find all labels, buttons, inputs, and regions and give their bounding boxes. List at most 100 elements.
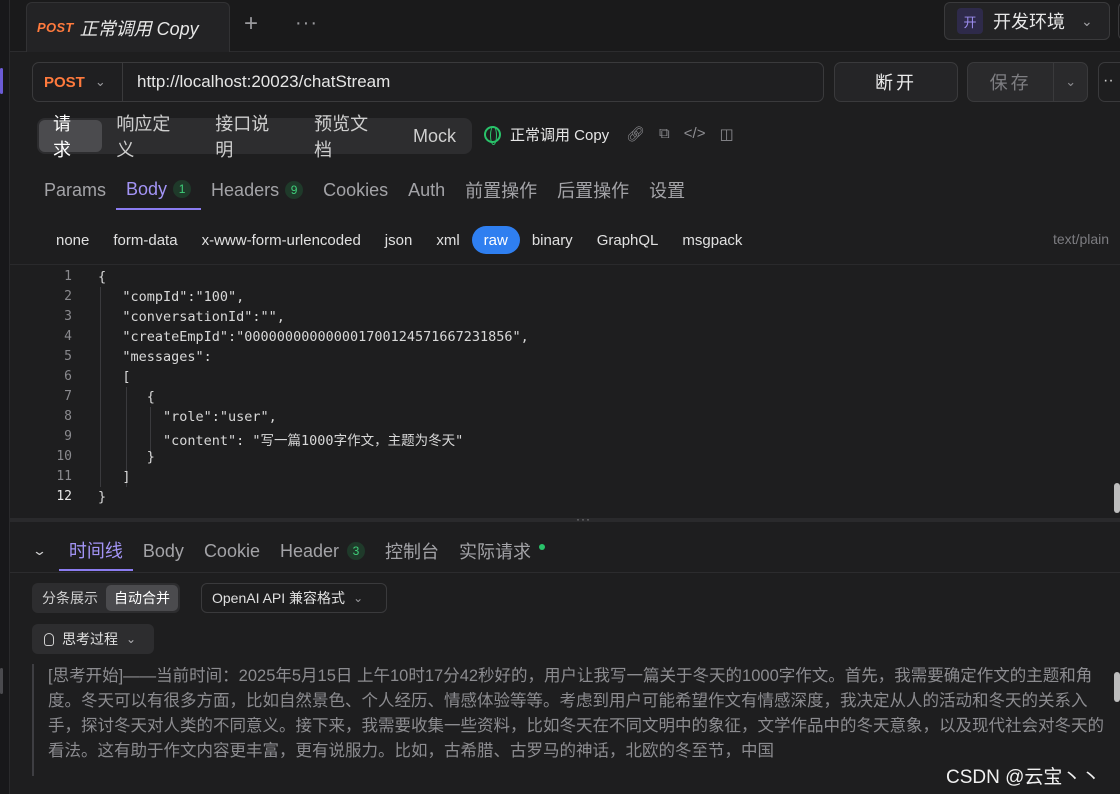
doc-title-text: 正常调用 Copy [510,127,610,144]
chevron-down-icon: ⌄ [1081,12,1093,29]
body-type-xml[interactable]: xml [424,226,471,254]
tab-label: Auth [408,179,446,200]
view-mode-segment: 分条展示 自动合并 [32,583,180,613]
url-input[interactable]: http://localhost:20023/chatStream [123,72,390,92]
thinking-toggle[interactable]: 思考过程 ⌄ [32,624,154,654]
copy-icon[interactable]: ⧉ [659,125,670,143]
plus-icon[interactable]: + [244,10,258,38]
body-type-form-data[interactable]: form-data [101,226,189,254]
tab-label: 实际请求 [459,542,532,562]
request-tab[interactable]: POST 正常调用 Copy [26,2,230,52]
param-tabs: Params Body 1 Headers 9 Cookies Auth 前置操作 … [34,170,695,212]
tab-label: Cookie [203,540,260,561]
environment-select[interactable]: 开 开发环境 ⌄ [944,2,1110,40]
tab-post-actions[interactable]: 后置操作 [547,170,639,210]
save-button[interactable]: 保存 ⌄ [967,62,1088,102]
tab-params[interactable]: Params [34,170,116,210]
response-scrollbar[interactable] [1114,672,1120,702]
segment-preview-doc[interactable]: 预览文档 [300,114,399,160]
line-number: 8 [64,409,72,424]
editor-scrollbar[interactable] [1114,483,1120,513]
collapse-chevron-icon[interactable]: ⌄ [32,543,47,559]
code-line: "createEmpId":"0000000000000017001245716… [98,329,529,345]
request-view-segment: 请求 响应定义 接口说明 预览文档 Mock [37,114,472,160]
count-badge: 3 [347,542,366,560]
tab-headers[interactable]: Headers 9 [201,170,313,210]
url-bar: POST ⌄ http://localhost:20023/chatStream [32,62,824,102]
body-type-none[interactable]: none [44,226,101,254]
code-line: "role":"user", [98,409,277,425]
environment-label: 开发环境 [993,12,1065,32]
code-line: } [98,489,107,505]
tab-response-cookie[interactable]: Cookie [194,531,270,571]
tab-pre-actions[interactable]: 前置操作 [455,170,547,210]
method-value: POST [44,73,85,91]
count-badge: 1 [173,180,192,198]
line-number: 5 [64,349,72,364]
segment-response-definition[interactable]: 响应定义 [102,114,201,160]
watermark: CSDN @云宝丶丶 [944,762,1103,789]
tab-console[interactable]: 控制台 [375,531,449,571]
code-line: "content": "写一篇1000字作文，主题为冬天" [98,433,464,449]
response-panel: ⌄ 时间线 Body Cookie Header 3 控制台 实际请求 分条展示 … [10,522,1120,794]
lightbulb-icon [44,632,54,646]
tab-label: 设置 [649,181,686,201]
count-badge: 9 [285,181,304,199]
view-mode-merge[interactable]: 自动合并 [106,585,178,611]
tab-response-header[interactable]: Header 3 [270,531,375,571]
line-number: 4 [64,329,72,344]
view-mode-split[interactable]: 分条展示 [34,585,106,611]
line-number: 11 [56,469,72,484]
code-line: { [98,269,107,285]
tab-cookies[interactable]: Cookies [313,170,398,210]
environment-badge: 开 [957,8,983,34]
body-type-graphql[interactable]: GraphQL [585,226,671,254]
line-number: 6 [64,369,72,384]
tab-settings[interactable]: 设置 [639,170,695,210]
line-number: 7 [64,389,72,404]
tab-response-body[interactable]: Body [133,531,194,571]
segment-mock[interactable]: Mock [399,120,470,152]
method-select[interactable]: POST ⌄ [33,63,123,101]
tab-label: 控制台 [385,542,440,562]
code-editor[interactable]: 1 {2 "compId":"100", 3 "conversationId":""… [10,264,1120,518]
code-line: { [98,389,155,405]
line-number: 3 [64,309,72,324]
code-line: "conversationId":"", [98,309,285,325]
body-type-raw[interactable]: raw [471,226,520,254]
doc-tools: 🔗︎ ⧉ </> ◫ [626,125,734,143]
body-type-urlencoded[interactable]: x-www-form-urlencoded [190,226,373,254]
code-icon[interactable]: </> [684,125,706,143]
line-number: 1 [64,269,72,284]
tab-name: 正常调用 Copy [79,18,199,39]
more-icon[interactable]: ··· [295,12,318,35]
body-type-selector: none form-data x-www-form-urlencoded jso… [44,226,754,254]
code-line: "messages": [98,349,212,365]
disconnect-button[interactable]: 断开 [834,62,958,102]
chevron-down-icon[interactable]: ⌄ [1053,63,1087,101]
code-line: } [98,449,155,465]
format-select-value: OpenAI API 兼容格式 [212,590,346,606]
tab-label: Header [279,540,340,561]
body-type-json[interactable]: json [373,226,425,254]
more-actions-button[interactable]: ·· [1098,62,1120,102]
tab-auth[interactable]: Auth [398,170,455,210]
tab-body[interactable]: Body 1 [116,170,202,210]
body-type-msgpack[interactable]: msgpack [670,226,754,254]
sidebar-icon[interactable]: ◫ [719,125,733,143]
tab-timeline[interactable]: 时间线 [58,531,133,571]
tab-label: 时间线 [68,541,123,561]
tab-label: Params [44,179,107,200]
line-number: 12 [56,489,72,504]
body-type-binary[interactable]: binary [520,226,585,254]
line-number: 9 [64,429,72,444]
strip-indicator [0,668,3,694]
tab-label: Cookies [323,179,389,200]
chevron-down-icon: ⌄ [353,591,364,605]
format-select[interactable]: OpenAI API 兼容格式 ⌄ [201,583,387,613]
segment-api-description[interactable]: 接口说明 [201,114,300,160]
segment-request[interactable]: 请求 [39,114,103,160]
link-icon[interactable]: 🔗︎ [626,125,645,143]
line-number: 10 [56,449,72,464]
tab-actual-request[interactable]: 实际请求 [449,531,555,571]
